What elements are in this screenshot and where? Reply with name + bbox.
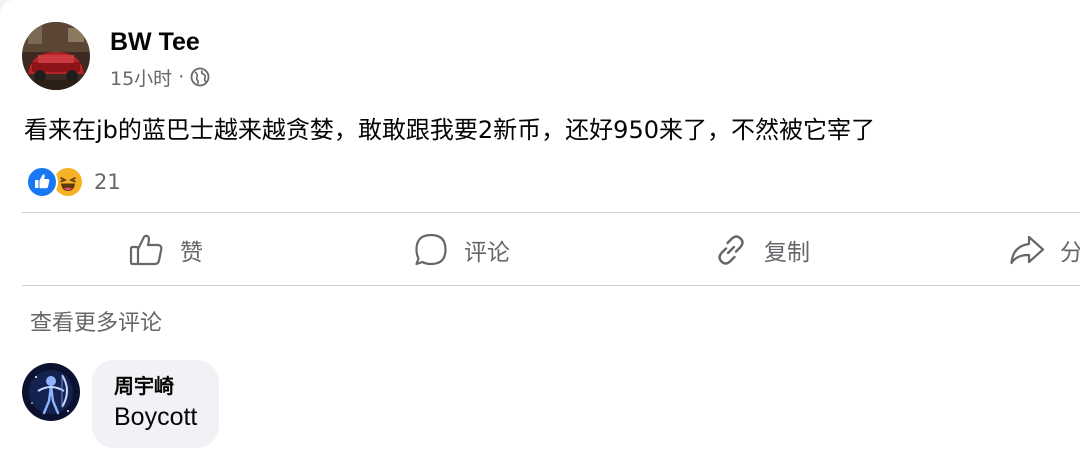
reactions-summary[interactable]: 21 xyxy=(26,165,121,199)
reaction-count: 21 xyxy=(94,170,121,194)
comment-text: Boycott xyxy=(114,403,198,431)
share-label: 分 xyxy=(1060,240,1080,266)
author-name[interactable]: BW Tee xyxy=(110,26,210,58)
meta-separator: · xyxy=(178,66,185,88)
copy-label: 复制 xyxy=(764,240,810,266)
share-button[interactable]: 分 xyxy=(1008,230,1080,270)
post-body-text: 看来在jb的蓝巴士越来越贪婪，敢敢跟我要2新币，还好950来了，不然被它宰了 xyxy=(24,116,875,144)
commenter-name[interactable]: 周宇崎 xyxy=(114,372,197,400)
comment-label: 评论 xyxy=(464,240,510,266)
post-card: BW Tee 15小时 · 看来在jb的蓝巴士越来越贪婪，敢敢跟我要2新币，还好… xyxy=(0,0,1080,470)
globe-icon[interactable] xyxy=(190,67,210,87)
post-meta: 15小时 · xyxy=(110,64,210,90)
thumbs-up-icon xyxy=(128,231,166,269)
comment-button[interactable]: 评论 xyxy=(412,230,510,270)
like-button[interactable]: 赞 xyxy=(128,230,203,270)
divider xyxy=(22,212,1080,213)
link-icon xyxy=(712,231,750,269)
view-more-comments-link[interactable]: 查看更多评论 xyxy=(30,305,162,337)
comment-bubble: 周宇崎 Boycott xyxy=(92,360,220,448)
author-meta: BW Tee 15小时 · xyxy=(110,26,210,90)
post-actions-bar: 赞 评论 复制 分 xyxy=(0,214,1080,284)
author-avatar[interactable] xyxy=(22,22,90,90)
post-header: BW Tee 15小时 · xyxy=(22,22,210,90)
share-icon xyxy=(1008,231,1046,269)
comment-item: 周宇崎 Boycott xyxy=(22,360,220,448)
post-timestamp[interactable]: 15小时 xyxy=(110,64,172,91)
like-reaction-icon xyxy=(26,166,58,198)
comment-icon xyxy=(412,231,450,269)
copy-link-button[interactable]: 复制 xyxy=(712,230,810,270)
divider xyxy=(22,285,1080,286)
commenter-avatar[interactable] xyxy=(22,363,80,421)
like-label: 赞 xyxy=(180,240,203,266)
